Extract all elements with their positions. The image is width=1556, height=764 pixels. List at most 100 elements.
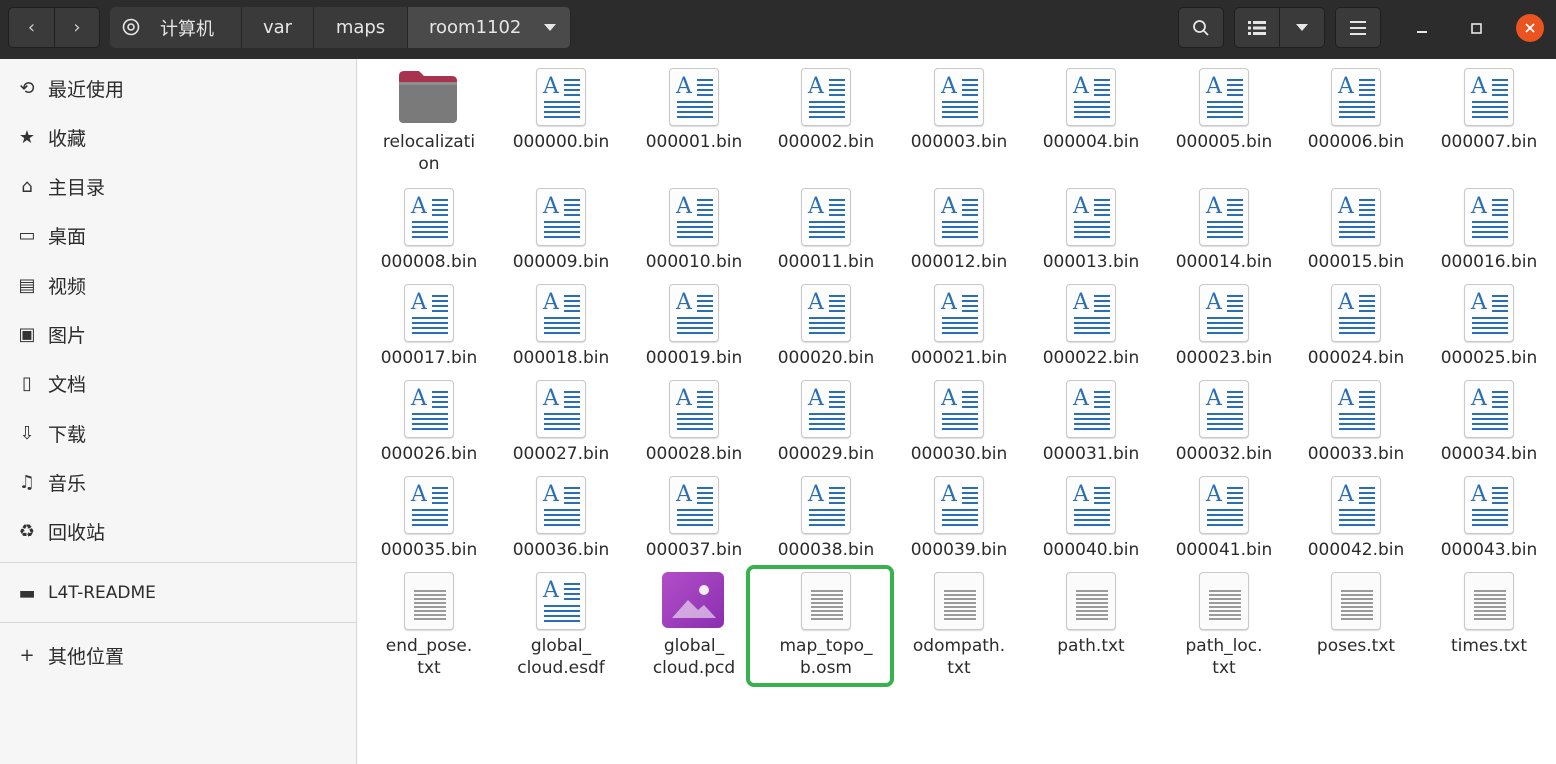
close-button[interactable] [1516,14,1544,42]
file-item[interactable]: A 000021.bin [893,284,1025,394]
sidebar-item-6[interactable]: ▯ 文档 [0,360,356,406]
file-item[interactable]: A 000018.bin [495,284,627,394]
file-name: 000019.bin [645,348,743,368]
file-item[interactable]: A 000034.bin [1423,380,1555,490]
file-item[interactable]: A 000035.bin [363,476,495,586]
sidebar-item-1[interactable]: ★ 收藏 [0,114,356,160]
file-item[interactable]: A 000036.bin [495,476,627,586]
breadcrumb-room1102[interactable]: room1102 [408,7,571,48]
file-item[interactable]: relocalizati on [363,68,495,178]
file-name: global_ cloud.pcd [652,636,736,678]
breadcrumb-room1102-label: room1102 [429,17,522,38]
file-item[interactable]: A 000031.bin [1025,380,1157,490]
file-name: 000026.bin [380,444,478,464]
file-name: 000006.bin [1307,132,1405,152]
sidebar-item-7[interactable]: ⇩ 下载 [0,410,356,456]
view-options-button[interactable] [1279,7,1325,48]
file-item[interactable]: A 000002.bin [760,68,892,178]
back-button[interactable]: ‹ [8,7,55,48]
file-name: 000040.bin [1042,540,1140,560]
file-item[interactable]: A 000020.bin [760,284,892,394]
breadcrumb-computer[interactable]: 计算机 [110,7,242,48]
breadcrumb-maps[interactable]: maps [314,7,408,48]
file-name: 000036.bin [512,540,610,560]
file-name: 000039.bin [910,540,1008,560]
file-item[interactable]: A 000027.bin [495,380,627,490]
file-name: 000023.bin [1175,348,1273,368]
sidebar-item-0[interactable]: ⟲ 最近使用 [0,65,356,111]
forward-button[interactable]: › [54,7,100,48]
sidebar-item-3[interactable]: ▭ 桌面 [0,212,356,258]
file-item[interactable]: Aglobal_ cloud.esdf [495,572,627,682]
file-name: 000012.bin [910,252,1008,272]
menu-button[interactable] [1335,7,1381,48]
file-item[interactable]: times.txt [1423,572,1555,682]
minimize-button[interactable] [1408,14,1436,42]
file-item[interactable]: A 000015.bin [1290,188,1422,298]
file-item[interactable]: A 000004.bin [1025,68,1157,178]
file-item[interactable]: odompath. txt [893,572,1025,682]
file-item[interactable]: A 000032.bin [1158,380,1290,490]
file-name: 000004.bin [1042,132,1140,152]
file-item[interactable]: A 000017.bin [363,284,495,394]
file-item[interactable]: A 000041.bin [1158,476,1290,586]
file-item[interactable]: A 000009.bin [495,188,627,298]
file-name: 000018.bin [512,348,610,368]
file-item[interactable]: A 000014.bin [1158,188,1290,298]
file-item[interactable]: A 000001.bin [628,68,760,178]
sidebar-item-8[interactable]: ♫ 音乐 [0,459,356,505]
document-file-icon: A [404,380,456,438]
document-file-icon: A [1331,284,1383,342]
file-item[interactable]: A 000040.bin [1025,476,1157,586]
file-item[interactable]: path.txt [1025,572,1157,682]
sidebar-item-device[interactable]: ▬ L4T-README [0,570,356,616]
file-item[interactable]: A 000030.bin [893,380,1025,490]
file-item[interactable]: A 000013.bin [1025,188,1157,298]
file-item[interactable]: A 000016.bin [1423,188,1555,298]
search-button[interactable] [1178,7,1224,48]
breadcrumb-computer-label: 计算机 [160,18,214,40]
file-item[interactable]: A 000007.bin [1423,68,1555,178]
file-item[interactable]: A 000019.bin [628,284,760,394]
file-item[interactable]: A 000026.bin [363,380,495,490]
sidebar-item-other-locations[interactable]: + 其他位置 [0,632,356,678]
file-item[interactable]: global_ cloud.pcd [628,572,760,682]
view-mode-button[interactable] [1234,7,1280,48]
file-item[interactable]: A 000023.bin [1158,284,1290,394]
file-item[interactable]: A 000024.bin [1290,284,1422,394]
sidebar-item-5[interactable]: ▣ 图片 [0,311,356,357]
file-item[interactable]: A 000005.bin [1158,68,1290,178]
file-item[interactable]: A 000029.bin [760,380,892,490]
maximize-icon [1470,22,1482,34]
file-item[interactable]: A 000043.bin [1423,476,1555,586]
breadcrumb-var[interactable]: var [242,7,314,48]
file-item[interactable]: A 000022.bin [1025,284,1157,394]
document-file-icon: A [1464,380,1516,438]
file-item[interactable]: A 000006.bin [1290,68,1422,178]
document-file-icon: A [1199,68,1251,126]
sidebar-item-2[interactable]: ⌂ 主目录 [0,163,356,209]
file-item[interactable]: A 000042.bin [1290,476,1422,586]
file-item[interactable]: A 000028.bin [628,380,760,490]
file-item[interactable]: A 000039.bin [893,476,1025,586]
file-item[interactable]: A 000033.bin [1290,380,1422,490]
sidebar-item-9[interactable]: ♻ 回收站 [0,508,356,554]
file-name: 000029.bin [777,444,875,464]
file-item[interactable]: A 000012.bin [893,188,1025,298]
file-item[interactable]: A 000037.bin [628,476,760,586]
sidebar-item-4[interactable]: ▤ 视频 [0,262,356,308]
minimize-icon [1417,31,1427,33]
file-name: end_pose. txt [385,636,473,678]
file-item[interactable]: A 000000.bin [495,68,627,178]
file-item[interactable]: end_pose. txt [363,572,495,682]
file-item[interactable]: poses.txt [1290,572,1422,682]
maximize-button[interactable] [1462,14,1490,42]
file-name: 000031.bin [1042,444,1140,464]
file-item[interactable]: A 000011.bin [760,188,892,298]
file-item[interactable]: A 000008.bin [363,188,495,298]
file-item[interactable]: path_loc. txt [1158,572,1290,682]
file-item[interactable]: A 000003.bin [893,68,1025,178]
document-file-icon: A [934,284,986,342]
file-item[interactable]: A 000025.bin [1423,284,1555,394]
file-item[interactable]: A 000010.bin [628,188,760,298]
